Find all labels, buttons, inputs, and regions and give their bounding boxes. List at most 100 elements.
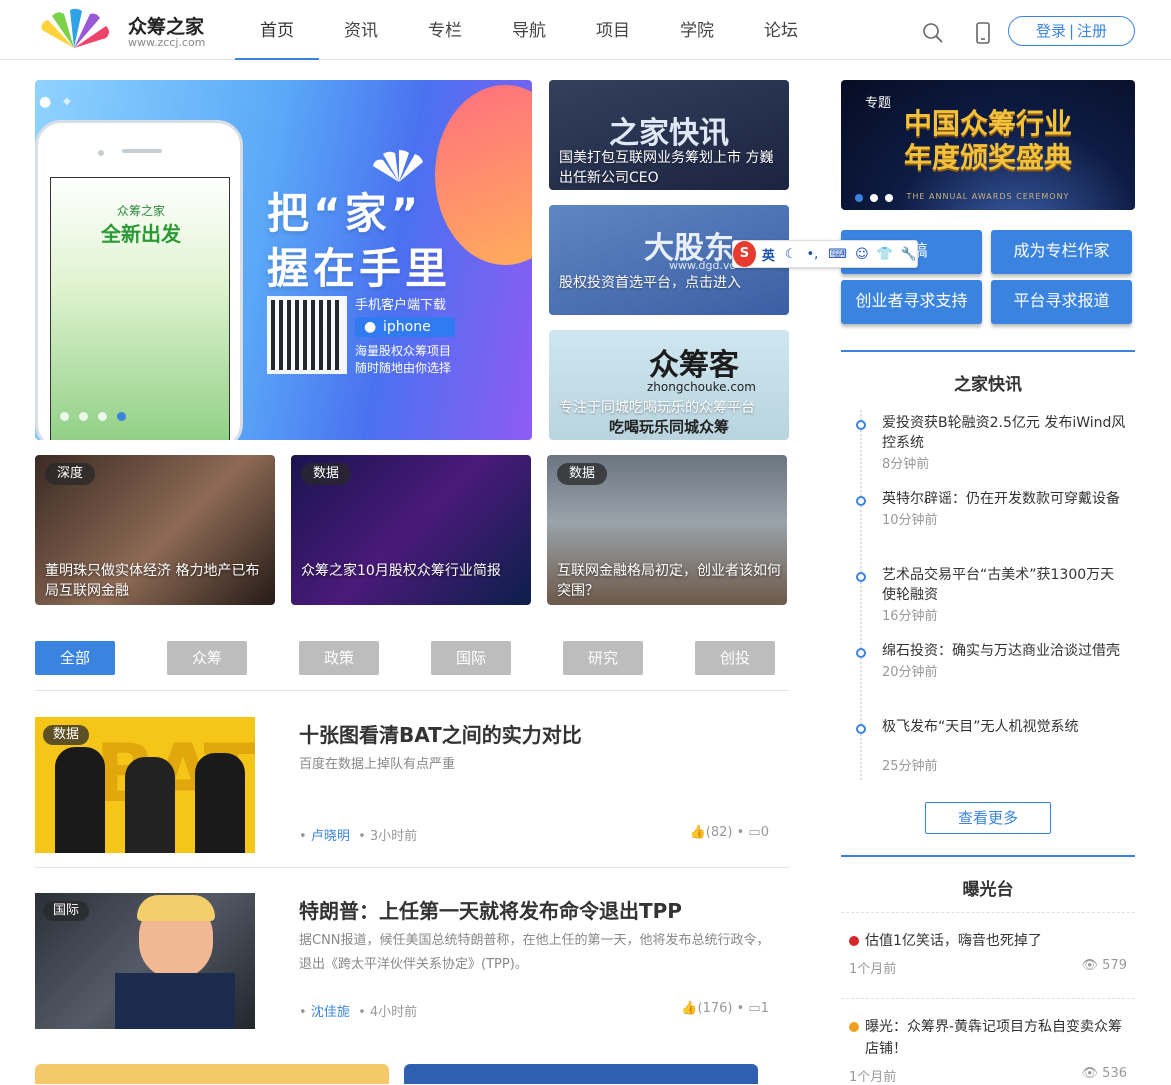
ime-mode[interactable]: 英 [762,245,775,264]
flash-item-title[interactable]: 绵石投资：确实与万达商业洽谈过借壳 [882,641,1127,661]
like-icon[interactable]: 👍 [690,825,706,840]
founder-support-button[interactable]: 创业者寻求支持 [841,280,982,324]
article-author[interactable]: 沈佳旎 [311,1005,350,1020]
like-count: (176) [697,1001,733,1016]
expose-view-count: 579 [1102,958,1127,973]
promo-dot-1[interactable] [855,194,863,202]
flash-item[interactable]: 绵石投资：确实与万达商业洽谈过借壳 20分钟前 [856,641,1127,685]
main-nav: 首页 资讯 专栏 导航 项目 学院 论坛 [235,0,823,60]
logo-title: 众筹之家 [128,16,205,38]
become-columnist-button[interactable]: 成为专栏作家 [991,230,1132,274]
qr-code-icon [267,296,347,374]
search-icon[interactable] [922,22,944,44]
site-header: 众筹之家 www.zccj.com 首页 资讯 专栏 导航 项目 学院 论坛 登… [0,0,1171,60]
register-link[interactable]: 注册 [1077,22,1107,40]
nav-directory[interactable]: 导航 [487,0,571,60]
ime-toolbar[interactable]: S 英 ☾ •, ⌨ ☺ 👕 🔧 [732,240,918,268]
skin-icon[interactable]: 👕 [877,247,893,262]
expose-item-title[interactable]: 曝光：众筹界-黄犇记项目方私自变卖众筹店铺！ [865,1019,1122,1057]
flash-item[interactable]: 极飞发布“天目”无人机视觉系统 25分钟前 [856,717,1127,779]
article-item: BAT 数据 十张图看清BAT之间的实力对比 百度在数据上掉队有点严重 • 卢晓… [35,717,789,867]
tab-policy[interactable]: 政策 [299,641,379,675]
flash-item[interactable]: 艺术品交易平台“古美术”获1300万天使轮融资 16分钟前 [856,565,1127,629]
expose-item[interactable]: 曝光：众筹界-黄犇记项目方私自变卖众筹店铺！ 1个月前 👁 536 [841,1016,1135,1085]
flash-item-title[interactable]: 英特尔辟谣：仍在开发数款可穿戴设备 [882,489,1127,509]
tab-all[interactable]: 全部 [35,641,115,675]
hero-banner[interactable]: ● ◆ 众筹之家 全新出发 把“家” 握在手里 手机客户端下载 ● iphone… [35,80,532,440]
side-card-flash[interactable]: 之家快讯 国美打包互联网业务筹划上市 方巍出任新公司CEO [549,80,789,190]
punctuation-icon[interactable]: •, [806,247,818,262]
article-thumbnail[interactable]: BAT 数据 [35,717,255,853]
banner-dot-4[interactable] [117,412,126,421]
nav-forum[interactable]: 论坛 [739,0,823,60]
flash-item-time: 8分钟前 [882,457,930,472]
comment-icon[interactable]: ▭ [748,1001,760,1016]
keyboard-icon[interactable]: ⌨ [828,247,847,262]
bottom-card-2[interactable] [404,1064,758,1084]
view-more-button[interactable]: 查看更多 [925,802,1051,834]
expose-item-title[interactable]: 估值1亿笑话，嗨音也死掉了 [865,933,1042,949]
mobile-icon[interactable] [972,22,994,44]
bottom-card-1[interactable] [35,1064,389,1084]
article-tag: 国际 [43,901,90,921]
tab-crowdfunding[interactable]: 众筹 [167,641,247,675]
like-icon[interactable]: 👍 [681,1001,697,1016]
timeline-bullet-icon [856,496,866,506]
article-title[interactable]: 特朗普：上任第一天就将发布命令退出TPP [299,895,682,924]
nav-home[interactable]: 首页 [235,0,319,60]
apple-icon: ● [364,319,377,335]
article-title[interactable]: 十张图看清BAT之间的实力对比 [299,719,582,748]
platform-coverage-button[interactable]: 平台寻求报道 [991,280,1132,324]
iphone-download-button[interactable]: ● iphone [355,317,455,337]
promo-dot-3[interactable] [885,194,893,202]
flash-item[interactable]: 爱投资获B轮融资2.5亿元 发布iWind风控系统 8分钟前 [856,413,1127,477]
nav-columns[interactable]: 专栏 [403,0,487,60]
site-logo[interactable]: 众筹之家 www.zccj.com [34,8,214,52]
login-separator: | [1068,22,1075,40]
timeline-bullet-icon [856,648,866,658]
banner-dot-3[interactable] [98,412,107,421]
promo-dot-2[interactable] [870,194,878,202]
side-card-big-text: 众筹客 [649,348,739,383]
login-link[interactable]: 登录 [1036,22,1066,40]
category-tabs: 全部 众筹 政策 国际 研究 创投 [35,641,789,675]
flash-item-title[interactable]: 爱投资获B轮融资2.5亿元 发布iWind风控系统 [882,413,1127,453]
banner-phone: 众筹之家 全新出发 [35,120,243,440]
tile-tag: 数据 [301,463,352,485]
iphone-label: iphone [383,319,431,335]
comment-count: 0 [760,825,769,840]
nav-news[interactable]: 资讯 [319,0,403,60]
thumb-figure [55,747,105,853]
comment-icon[interactable]: ▭ [748,825,760,840]
side-card-zhongchouke[interactable]: 众筹客 zhongchouke.com 专注于同城吃喝玩乐的众筹平台 吃喝玩乐同… [549,330,789,440]
article-divider [35,867,789,868]
wrench-icon[interactable]: 🔧 [901,247,917,262]
tile-data-2[interactable]: 数据 互联网金融格局初定，创业者该如何突围？ [547,455,787,605]
moon-icon[interactable]: ☾ [785,247,797,262]
expose-item[interactable]: 估值1亿笑话，嗨音也死掉了 1个月前 👁 579 [841,930,1135,977]
nav-academy[interactable]: 学院 [655,0,739,60]
tab-venture[interactable]: 创投 [695,641,775,675]
phone-screen-small-text: 众筹之家 [116,204,165,218]
flash-item-title[interactable]: 艺术品交易平台“古美术”获1300万天使轮融资 [882,565,1127,605]
flash-item[interactable]: 英特尔辟谣：仍在开发数款可穿戴设备 10分钟前 [856,489,1127,533]
tile-data-1[interactable]: 数据 众筹之家10月股权众筹行业简报 [291,455,531,605]
nav-projects[interactable]: 项目 [571,0,655,60]
banner-dot-2[interactable] [79,412,88,421]
tab-research[interactable]: 研究 [563,641,643,675]
side-card-url: zhongchouke.com [647,380,756,394]
tile-depth[interactable]: 深度 董明珠只做实体经济 格力地产已布局互联网金融 [35,455,275,605]
user-icon[interactable]: ☺ [855,247,869,262]
side-card-url: www.dgd.vc [669,259,736,272]
article-thumbnail[interactable]: 国际 [35,893,255,1029]
banner-dot-1[interactable] [60,412,69,421]
flash-item-title[interactable]: 极飞发布“天目”无人机视觉系统 [882,717,1127,737]
tab-international[interactable]: 国际 [431,641,511,675]
article-tag: 数据 [43,725,90,745]
banner-subtext-2: 随时随地由你选择 [355,361,452,375]
promo-banner[interactable]: 专题 中国众筹行业 年度颁奖盛典 THE ANNUAL AWARDS CEREM… [841,80,1135,210]
article-author[interactable]: 卢晓明 [311,829,350,844]
eye-icon: 👁 [1081,1066,1099,1081]
expose-views: 👁 579 [1082,958,1127,973]
expose-item-time: 1个月前 [849,962,897,977]
